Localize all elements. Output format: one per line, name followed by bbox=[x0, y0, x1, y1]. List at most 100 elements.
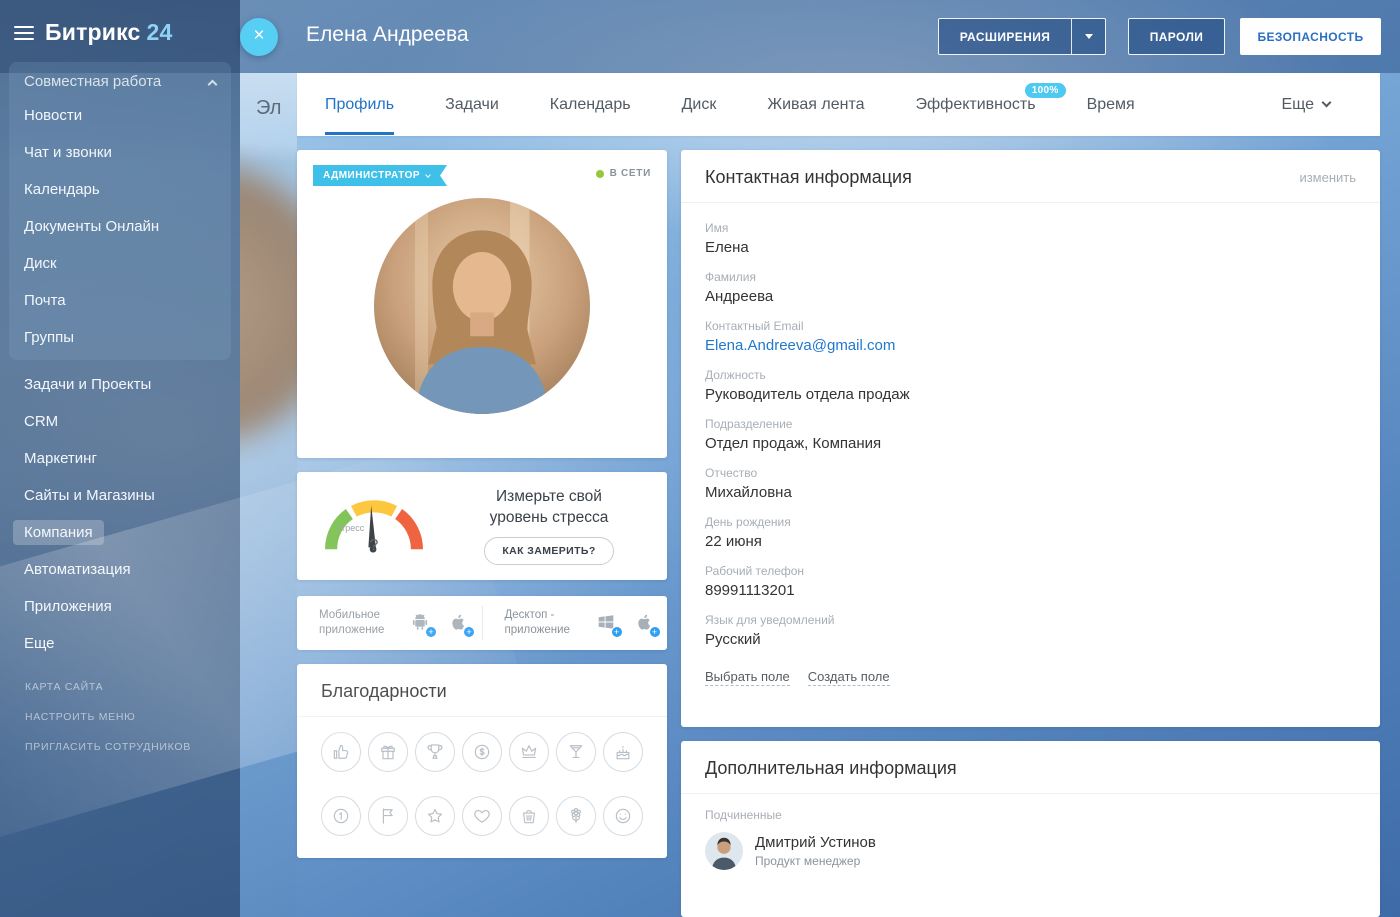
email-link[interactable]: Elena.Andreeva@gmail.com bbox=[705, 337, 1356, 354]
tab-efficiency[interactable]: Эффективность100% bbox=[916, 73, 1036, 136]
money-icon[interactable] bbox=[462, 732, 502, 772]
profile-avatar[interactable] bbox=[374, 198, 590, 414]
tab-label: Эффективность bbox=[916, 96, 1036, 114]
contact-title: Контактная информация bbox=[705, 167, 912, 188]
tab-calendar[interactable]: Календарь bbox=[550, 73, 631, 136]
sidebar-menu: Совместная работа НовостиЧат и звонкиКал… bbox=[0, 62, 240, 662]
field-value: 89991113201 bbox=[705, 582, 1356, 599]
tab-tasks[interactable]: Задачи bbox=[445, 73, 499, 136]
subordinate-avatar bbox=[705, 832, 743, 870]
sidebar-item[interactable]: Маркетинг bbox=[9, 440, 231, 477]
close-profile-button[interactable] bbox=[240, 18, 278, 56]
field-label: Отчество bbox=[705, 466, 1356, 480]
basket-icon[interactable] bbox=[509, 796, 549, 836]
tab-more[interactable]: Еще bbox=[1281, 73, 1330, 136]
subordinate-name: Дмитрий Устинов bbox=[755, 834, 876, 851]
gratitude-row-2 bbox=[317, 796, 647, 836]
sidebar: Битрикс24 Совместная работа НовостиЧат и… bbox=[0, 0, 240, 917]
app-logo[interactable]: Битрикс24 bbox=[45, 19, 173, 46]
underlay-page-title-partial: Эл bbox=[256, 97, 297, 120]
sidebar-item[interactable]: Чат и звонки bbox=[9, 134, 231, 171]
security-button[interactable]: БЕЗОПАСНОСТЬ bbox=[1240, 18, 1381, 55]
add-badge-icon: + bbox=[649, 626, 661, 638]
contact-footer: Выбрать поле Создать поле bbox=[681, 662, 1380, 686]
add-badge-icon: + bbox=[425, 626, 437, 638]
sidebar-item-label: Задачи и Проекты bbox=[24, 376, 151, 393]
tab-time[interactable]: Время bbox=[1087, 73, 1135, 136]
flower-icon[interactable] bbox=[556, 796, 596, 836]
sidebar-item[interactable]: Новости bbox=[9, 97, 231, 134]
apps-card: Мобильное приложение ++ Десктоп - прилож… bbox=[297, 596, 667, 650]
sidebar-group-header[interactable]: Совместная работа bbox=[9, 64, 231, 97]
like-icon[interactable] bbox=[321, 732, 361, 772]
sidebar-item[interactable]: Календарь bbox=[9, 171, 231, 208]
sidebar-footer-link[interactable]: ПРИГЛАСИТЬ СОТРУДНИКОВ bbox=[25, 741, 191, 753]
flag-icon[interactable] bbox=[368, 796, 408, 836]
edit-link[interactable]: изменить bbox=[1299, 170, 1356, 185]
sidebar-item[interactable]: Автоматизация bbox=[9, 551, 231, 588]
tab-label: Диск bbox=[682, 96, 717, 114]
gratitude-card: Благодарности bbox=[297, 664, 667, 858]
mobile-apps: ++ bbox=[409, 611, 471, 635]
stress-question-mark: ? bbox=[370, 537, 379, 555]
background-underlay: Эл bbox=[240, 73, 297, 917]
smile-icon[interactable] bbox=[603, 796, 643, 836]
sidebar-group-list: НовостиЧат и звонкиКалендарьДокументы Он… bbox=[9, 97, 231, 356]
crown-icon[interactable] bbox=[509, 732, 549, 772]
apple-app-icon[interactable]: + bbox=[633, 611, 657, 635]
cocktail-icon[interactable] bbox=[556, 732, 596, 772]
sidebar-item[interactable]: Группы bbox=[9, 319, 231, 356]
sidebar-item-label: Компания bbox=[13, 520, 104, 545]
tab-label: Еще bbox=[1281, 96, 1314, 114]
menu-hamburger-icon[interactable] bbox=[14, 26, 34, 40]
app-window: Эл Битрикс24 Совместная работа НовостиЧа… bbox=[0, 0, 1400, 917]
extensions-button[interactable]: РАСШИРЕНИЯ bbox=[939, 19, 1071, 54]
underlay-photo-blur bbox=[240, 153, 297, 453]
windows-app-icon[interactable]: + bbox=[595, 611, 619, 635]
desktop-apps: ++ bbox=[595, 611, 657, 635]
passwords-button[interactable]: ПАРОЛИ bbox=[1128, 18, 1225, 55]
extensions-dropdown-button[interactable] bbox=[1071, 19, 1105, 54]
field-value: Отдел продаж, Компания bbox=[705, 435, 1356, 452]
sidebar-item[interactable]: CRM bbox=[9, 403, 231, 440]
sidebar-item[interactable]: Задачи и Проекты bbox=[9, 366, 231, 403]
android-app-icon[interactable]: + bbox=[409, 611, 433, 635]
how-to-measure-button[interactable]: КАК ЗАМЕРИТЬ? bbox=[484, 537, 613, 565]
gift-icon[interactable] bbox=[368, 732, 408, 772]
sidebar-item[interactable]: Приложения bbox=[9, 588, 231, 625]
cake-icon[interactable] bbox=[603, 732, 643, 772]
profile-avatar-illustration bbox=[374, 198, 590, 414]
add-badge-icon: + bbox=[611, 626, 623, 638]
tab-profile[interactable]: Профиль bbox=[325, 73, 394, 136]
heart-icon[interactable] bbox=[462, 796, 502, 836]
chevron-up-icon bbox=[208, 79, 218, 89]
desktop-app-label: Десктоп - приложение bbox=[505, 608, 583, 638]
field-value: Михайловна bbox=[705, 484, 1356, 501]
subordinate-row[interactable]: Дмитрий Устинов Продукт менеджер bbox=[705, 832, 1356, 870]
sidebar-item[interactable]: Диск bbox=[9, 245, 231, 282]
first-place-icon[interactable] bbox=[321, 796, 361, 836]
sidebar-item[interactable]: Почта bbox=[9, 282, 231, 319]
sidebar-footer-link[interactable]: НАСТРОИТЬ МЕНЮ bbox=[25, 711, 191, 723]
sidebar-item[interactable]: Компания bbox=[9, 514, 231, 551]
trophy-icon[interactable] bbox=[415, 732, 455, 772]
tab-drive[interactable]: Диск bbox=[682, 73, 717, 136]
online-dot-icon bbox=[596, 170, 604, 178]
extensions-button-group: РАСШИРЕНИЯ bbox=[938, 18, 1106, 55]
sidebar-footer-link[interactable]: КАРТА САЙТА bbox=[25, 681, 191, 693]
field-action-link[interactable]: Выбрать поле bbox=[705, 669, 790, 686]
online-status: В СЕТИ bbox=[596, 168, 651, 179]
field-value: 22 июня bbox=[705, 533, 1356, 550]
apple-app-icon[interactable]: + bbox=[447, 611, 471, 635]
sidebar-item[interactable]: Документы Онлайн bbox=[9, 208, 231, 245]
field-value: Елена bbox=[705, 239, 1356, 256]
progress-badge: 100% bbox=[1025, 83, 1066, 98]
star-icon[interactable] bbox=[415, 796, 455, 836]
field-action-link[interactable]: Создать поле bbox=[808, 669, 890, 686]
sidebar-main-list: Задачи и Проекты CRMМаркетингСайты и Мага… bbox=[0, 362, 240, 662]
field-label: День рождения bbox=[705, 515, 1356, 529]
sidebar-item[interactable]: Еще bbox=[9, 625, 231, 662]
tab-feed[interactable]: Живая лента bbox=[767, 73, 864, 136]
sidebar-item[interactable]: Сайты и Магазины bbox=[9, 477, 231, 514]
role-badge[interactable]: АДМИНИСТРАТОР bbox=[313, 165, 447, 186]
